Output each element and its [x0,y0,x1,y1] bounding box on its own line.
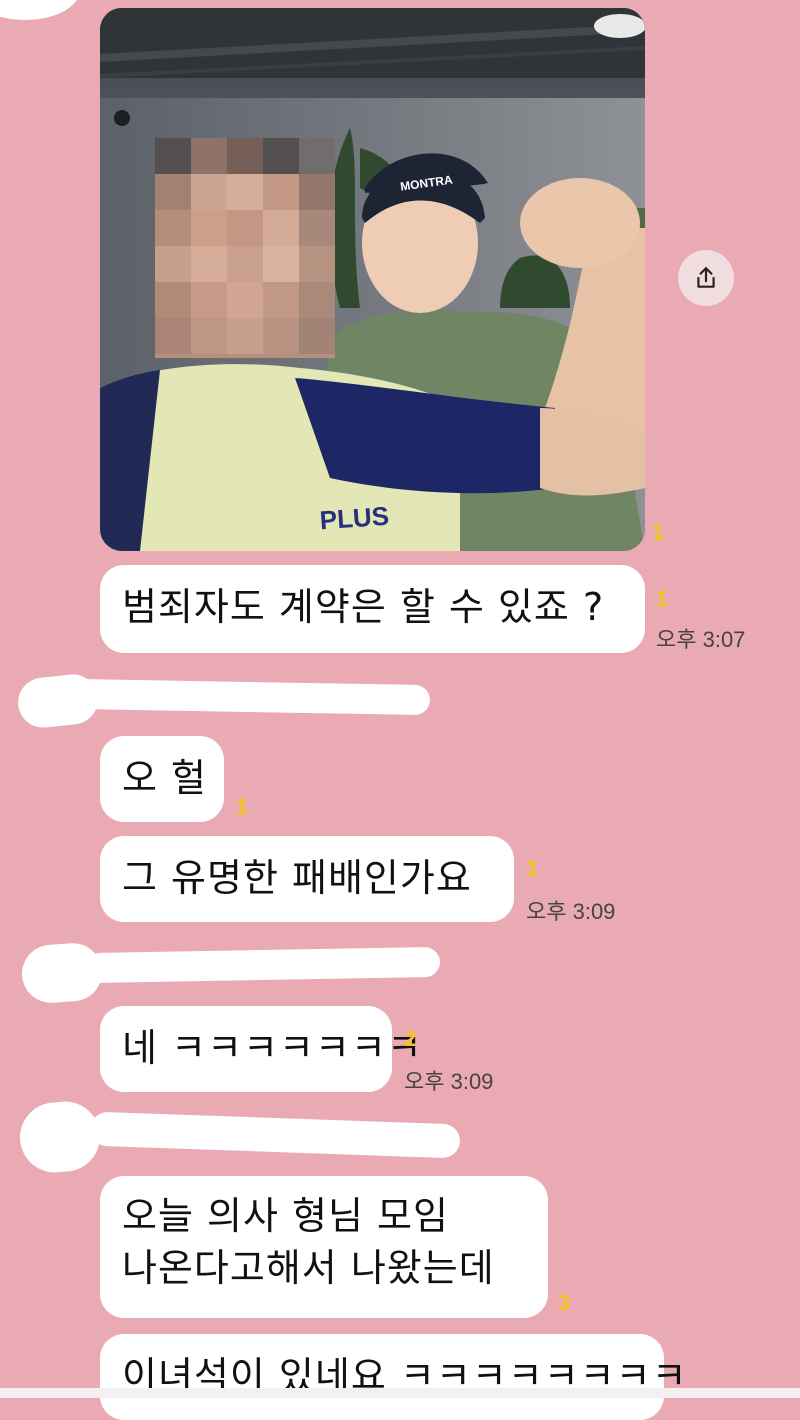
message-text: 범죄자도 계약은 할 수 있죠 ? [122,585,605,629]
photo-message[interactable]: MONTRA PLUS [100,8,645,551]
unread-count: 3 [558,1290,571,1315]
message-bubble-1: 범죄자도 계약은 할 수 있죠 ? [100,565,645,653]
photo-image: MONTRA PLUS [100,8,645,551]
message-text-line-2: 나온다고해서 나왔는데 [122,1246,495,1290]
message-time: 오후 3:07 [656,627,746,652]
unread-count: 1 [656,586,669,611]
message-time: 오후 3:09 [526,899,616,924]
message-text: 그 유명한 패배인가요 [122,856,472,900]
redaction-scribble-top [0,0,80,20]
shirt-text: PLUS [319,501,390,536]
unread-count: 1 [526,856,539,881]
redaction-scribble [84,946,441,984]
message-text: 네 ㅋㅋㅋㅋㅋㅋㅋ [122,1026,423,1070]
share-button[interactable] [678,250,734,306]
photo-unread-count: 1 [652,520,665,545]
message-bubble-5: 오늘 의사 형님 모임 나온다고해서 나왔는데 [100,1176,548,1318]
bottom-bar [0,1388,800,1398]
message-bubble-3: 그 유명한 패배인가요 [100,836,514,922]
redaction-scribble [89,1111,461,1159]
message-text-line-1: 오늘 의사 형님 모임 [122,1194,449,1238]
message-time: 오후 3:09 [404,1069,494,1094]
message-bubble-4: 네 ㅋㅋㅋㅋㅋㅋㅋ [100,1006,422,1092]
message-bubble-2: 오 헐 [100,736,224,822]
share-icon [697,267,715,288]
redaction-scribble [69,678,431,716]
message-text: 오 헐 [122,756,207,800]
unread-count: 1 [236,794,249,819]
unread-count: 2 [404,1026,417,1051]
message-bubble-6: 이녀석이 있네요 ㅋㅋㅋㅋㅋㅋㅋㅋ [100,1334,687,1420]
redaction-scribble [17,1098,103,1176]
